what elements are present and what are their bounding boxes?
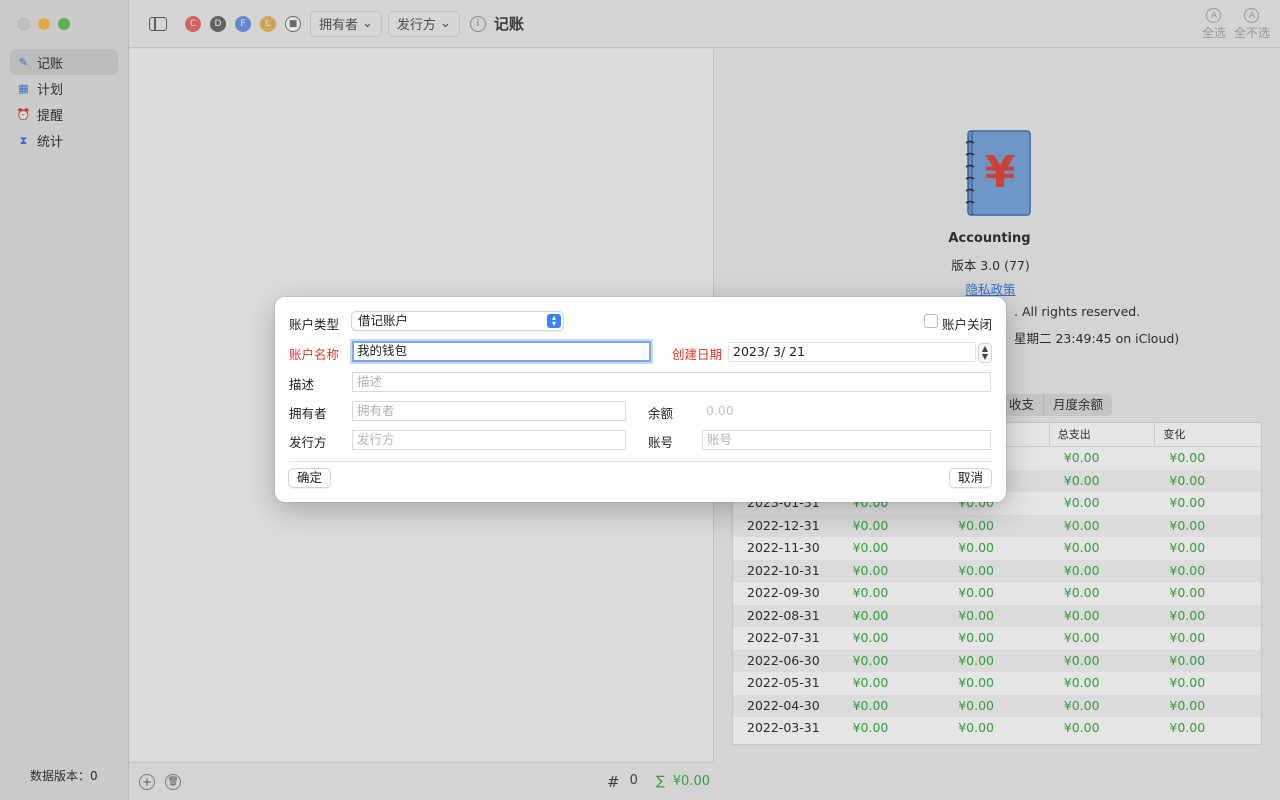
account-closed-checkbox[interactable] xyxy=(924,314,938,328)
issuer-label: 发行方 xyxy=(289,435,327,450)
dialog-divider xyxy=(289,461,992,462)
issuer-field[interactable]: 发行方 xyxy=(352,430,626,450)
account-closed-label: 账户关闭 xyxy=(942,317,993,332)
account-number-label: 账号 xyxy=(648,435,674,450)
account-type-value: 借记账户 xyxy=(358,313,409,328)
chevron-down-icon: ▼ xyxy=(981,352,989,361)
date-stepper[interactable]: ▲ ▼ xyxy=(978,343,992,363)
description-label: 描述 xyxy=(289,377,315,392)
owner-field[interactable]: 拥有者 xyxy=(352,401,626,421)
created-date-label: 创建日期 xyxy=(672,347,723,362)
edit-account-dialog: 账户类型 借记账户 ▴ ▾ 账户关闭 账户名称 我的钱包 创建日期 2023/ 3… xyxy=(275,297,1006,502)
balance-label: 余额 xyxy=(648,406,674,421)
account-number-field[interactable]: 账号 xyxy=(702,430,991,450)
chevron-up-down-icon: ▴ ▾ xyxy=(547,314,561,328)
created-date-field[interactable]: 2023/ 3/ 21 xyxy=(728,342,976,362)
owner-label: 拥有者 xyxy=(289,406,327,421)
balance-field[interactable]: 0.00 xyxy=(706,403,734,418)
account-type-select[interactable]: 借记账户 ▴ ▾ xyxy=(351,311,564,331)
description-field[interactable]: 描述 xyxy=(352,372,991,392)
account-name-field[interactable]: 我的钱包 xyxy=(352,341,651,362)
account-name-label: 账户名称 xyxy=(289,347,340,362)
account-type-label: 账户类型 xyxy=(289,317,340,332)
cancel-button[interactable]: 取消 xyxy=(948,468,992,488)
confirm-button[interactable]: 确定 xyxy=(288,468,332,488)
